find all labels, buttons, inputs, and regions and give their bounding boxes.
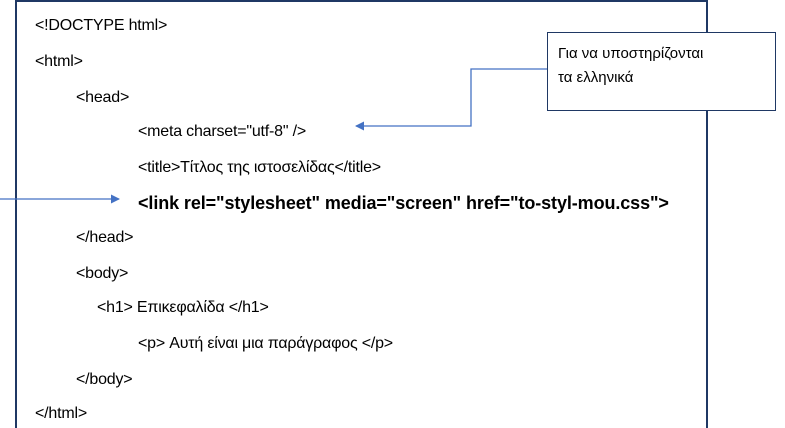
charset-arrow [355, 68, 547, 131]
callout-line-2: τα ελληνικά [558, 69, 634, 86]
greek-support-callout: Για να υποστηρίζονται τα ελληνικά [547, 32, 776, 111]
callout-line-1: Για να υποστηρίζονται [558, 45, 704, 62]
